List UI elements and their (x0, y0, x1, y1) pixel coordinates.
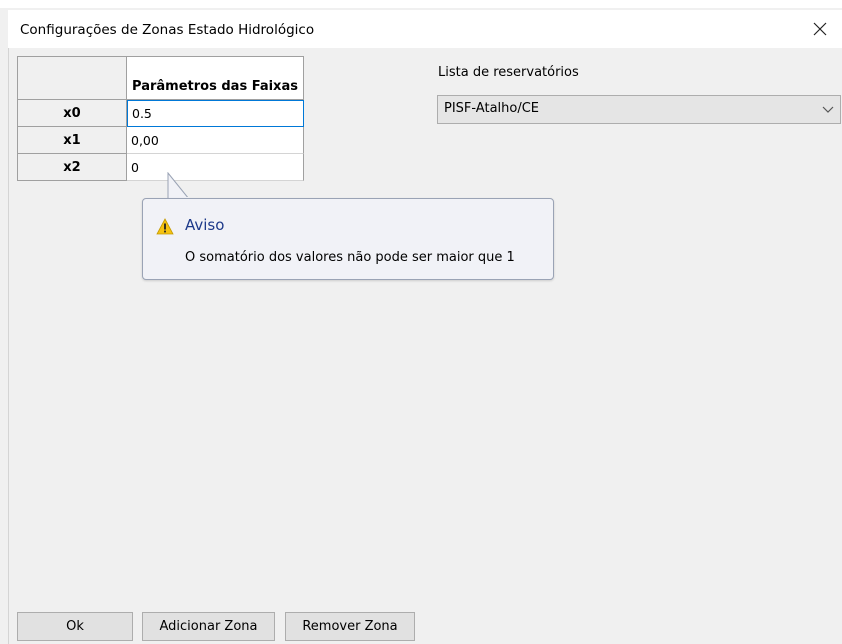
title-bar[interactable]: Configurações de Zonas Estado Hidrológic… (8, 10, 842, 48)
tooltip-title: Aviso (185, 216, 225, 234)
row-header-x2[interactable]: x2 (17, 154, 127, 181)
warning-icon (156, 218, 174, 235)
tooltip-message: O somatório dos valores não pode ser mai… (185, 250, 515, 265)
cell-x2[interactable]: 0 (127, 154, 304, 181)
close-icon (813, 22, 827, 36)
window-top-edge (0, 0, 842, 8)
reservoir-selected: PISF-Atalho/CE (444, 101, 540, 116)
tooltip-pointer (167, 172, 191, 200)
cell-x0[interactable]: 0.5 (127, 100, 304, 127)
window-title: Configurações de Zonas Estado Hidrológic… (20, 22, 315, 38)
row-header-x0[interactable]: x0 (17, 100, 127, 127)
column-header[interactable]: Parâmetros das Faixas (127, 56, 304, 100)
add-zone-button[interactable]: Adicionar Zona (142, 612, 275, 641)
chevron-down-icon (822, 106, 834, 113)
grid-corner[interactable] (17, 56, 127, 100)
ok-button[interactable]: Ok (17, 612, 133, 641)
close-button[interactable] (798, 10, 842, 48)
dialog-body: Parâmetros das Faixas x0 0.5 x1 0,00 x2 … (8, 48, 842, 644)
remove-zone-button[interactable]: Remover Zona (285, 612, 415, 641)
reservoir-dropdown[interactable]: PISF-Atalho/CE (437, 95, 841, 124)
warning-tooltip: Aviso O somatório dos valores não pode s… (142, 198, 554, 280)
cell-x1-text: 0,00 (131, 132, 159, 148)
row-header-x1[interactable]: x1 (17, 127, 127, 154)
reservoir-list-label: Lista de reservatórios (438, 65, 579, 80)
parameters-grid: Parâmetros das Faixas x0 0.5 x1 0,00 x2 … (17, 56, 304, 181)
cell-x1[interactable]: 0,00 (127, 127, 304, 154)
